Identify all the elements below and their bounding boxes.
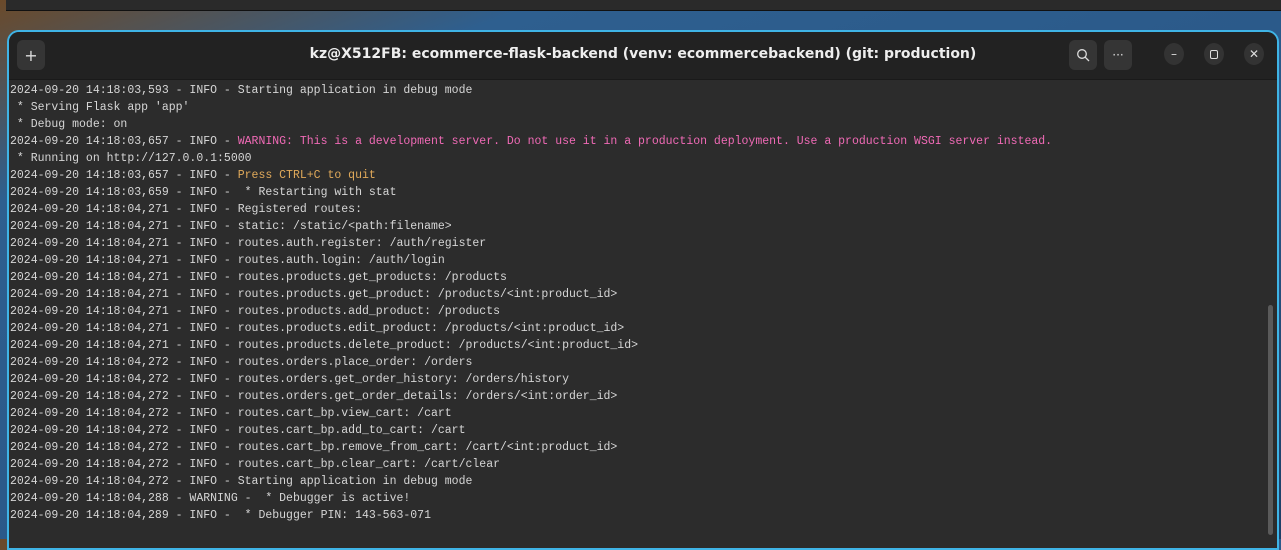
close-button[interactable]: ✕ xyxy=(1244,43,1264,65)
log-prefix: 2024-09-20 14:18:03,657 - INFO - xyxy=(10,135,238,148)
maximize-button[interactable] xyxy=(1204,43,1224,65)
log-prefix: 2024-09-20 14:18:04,272 - INFO - xyxy=(10,390,238,403)
menu-button[interactable]: ··· xyxy=(1104,40,1132,70)
log-message: * Serving Flask app 'app' xyxy=(10,101,190,114)
log-line: 2024-09-20 14:18:04,272 - INFO - routes.… xyxy=(10,456,1277,473)
log-message: * Restarting with stat xyxy=(237,186,397,199)
log-prefix: 2024-09-20 14:18:04,272 - INFO - xyxy=(10,424,238,437)
log-message: routes.orders.get_order_history: /orders… xyxy=(237,373,570,386)
log-message: routes.auth.login: /auth/login xyxy=(237,254,445,267)
log-line: 2024-09-20 14:18:04,271 - INFO - static:… xyxy=(10,218,1277,235)
log-prefix: 2024-09-20 14:18:04,272 - INFO - xyxy=(10,475,238,488)
close-icon: ✕ xyxy=(1248,47,1260,61)
terminal-output[interactable]: 2024-09-20 14:18:03,593 - INFO - Startin… xyxy=(10,82,1277,524)
minimize-icon: – xyxy=(1171,47,1177,61)
log-prefix: 2024-09-20 14:18:04,271 - INFO - xyxy=(10,254,238,267)
log-message: * Running on http://127.0.0.1:5000 xyxy=(10,152,252,165)
log-line: * Serving Flask app 'app' xyxy=(10,99,1277,116)
minimize-button[interactable]: – xyxy=(1164,43,1184,65)
log-message: routes.products.delete_product: /product… xyxy=(237,339,639,352)
log-message: static: /static/<path:filename> xyxy=(237,220,452,233)
log-line: 2024-09-20 14:18:04,271 - INFO - Registe… xyxy=(10,201,1277,218)
log-prefix: 2024-09-20 14:18:04,271 - INFO - xyxy=(10,237,238,250)
log-prefix: 2024-09-20 14:18:04,271 - INFO - xyxy=(10,288,238,301)
log-message: routes.products.edit_product: /products/… xyxy=(237,322,625,335)
log-prefix: 2024-09-20 14:18:03,659 - INFO - xyxy=(10,186,238,199)
log-message: routes.products.add_product: /products xyxy=(237,305,500,318)
log-line: 2024-09-20 14:18:04,272 - INFO - Startin… xyxy=(10,473,1277,490)
log-line: 2024-09-20 14:18:03,657 - INFO - WARNING… xyxy=(10,133,1277,150)
log-message: Starting application in debug mode xyxy=(237,84,473,97)
log-line: 2024-09-20 14:18:04,272 - INFO - routes.… xyxy=(10,439,1277,456)
search-button[interactable] xyxy=(1069,40,1097,70)
log-message: routes.cart_bp.remove_from_cart: /cart/<… xyxy=(237,441,618,454)
log-line: 2024-09-20 14:18:03,657 - INFO - Press C… xyxy=(10,167,1277,184)
log-line: 2024-09-20 14:18:04,271 - INFO - routes.… xyxy=(10,303,1277,320)
log-prefix: 2024-09-20 14:18:04,271 - INFO - xyxy=(10,339,238,352)
log-line: 2024-09-20 14:18:04,271 - INFO - routes.… xyxy=(10,320,1277,337)
log-message: routes.auth.register: /auth/register xyxy=(237,237,487,250)
log-prefix: 2024-09-20 14:18:04,271 - INFO - xyxy=(10,220,238,233)
log-line: 2024-09-20 14:18:04,271 - INFO - routes.… xyxy=(10,235,1277,252)
log-message: routes.orders.place_order: /orders xyxy=(237,356,473,369)
log-prefix: 2024-09-20 14:18:03,593 - INFO - xyxy=(10,84,238,97)
log-prefix: 2024-09-20 14:18:04,271 - INFO - xyxy=(10,322,238,335)
log-message: routes.cart_bp.add_to_cart: /cart xyxy=(237,424,466,437)
scrollbar[interactable] xyxy=(1268,305,1273,535)
log-line: 2024-09-20 14:18:04,271 - INFO - routes.… xyxy=(10,252,1277,269)
log-line: 2024-09-20 14:18:04,289 - INFO - * Debug… xyxy=(10,507,1277,524)
terminal-window: + kz@X512FB: ecommerce-flask-backend (ve… xyxy=(7,30,1279,550)
header-bar: + kz@X512FB: ecommerce-flask-backend (ve… xyxy=(9,32,1277,80)
ellipsis-icon: ··· xyxy=(1112,48,1124,62)
log-line: 2024-09-20 14:18:04,272 - INFO - routes.… xyxy=(10,388,1277,405)
log-prefix: 2024-09-20 14:18:04,272 - INFO - xyxy=(10,441,238,454)
log-message: routes.products.get_product: /products/<… xyxy=(237,288,618,301)
log-line: 2024-09-20 14:18:04,272 - INFO - routes.… xyxy=(10,354,1277,371)
log-line: 2024-09-20 14:18:03,659 - INFO - * Resta… xyxy=(10,184,1277,201)
log-message: routes.cart_bp.view_cart: /cart xyxy=(237,407,452,420)
log-line: * Debug mode: on xyxy=(10,116,1277,133)
log-line: 2024-09-20 14:18:04,271 - INFO - routes.… xyxy=(10,286,1277,303)
log-line: 2024-09-20 14:18:04,271 - INFO - routes.… xyxy=(10,269,1277,286)
log-line: * Running on http://127.0.0.1:5000 xyxy=(10,150,1277,167)
log-line: 2024-09-20 14:18:04,272 - INFO - routes.… xyxy=(10,371,1277,388)
log-line: 2024-09-20 14:18:04,288 - WARNING - * De… xyxy=(10,490,1277,507)
log-prefix: 2024-09-20 14:18:04,272 - INFO - xyxy=(10,407,238,420)
log-message: routes.cart_bp.clear_cart: /cart/clear xyxy=(237,458,500,471)
log-message: * Debugger PIN: 143-563-071 xyxy=(237,509,431,522)
log-message: WARNING: This is a development server. D… xyxy=(237,135,1053,148)
log-prefix: 2024-09-20 14:18:03,657 - INFO - xyxy=(10,169,238,182)
log-prefix: 2024-09-20 14:18:04,289 - INFO - xyxy=(10,509,238,522)
log-prefix: 2024-09-20 14:18:04,271 - INFO - xyxy=(10,271,238,284)
log-prefix: 2024-09-20 14:18:04,272 - INFO - xyxy=(10,458,238,471)
log-message: * Debugger is active! xyxy=(258,492,411,505)
background-window xyxy=(6,0,1281,11)
log-prefix: 2024-09-20 14:18:04,271 - INFO - xyxy=(10,305,238,318)
log-prefix: 2024-09-20 14:18:04,288 - WARNING - xyxy=(10,492,259,505)
log-message: Press CTRL+C to quit xyxy=(237,169,376,182)
log-message: Starting application in debug mode xyxy=(237,475,473,488)
log-message: Registered routes: xyxy=(237,203,362,216)
maximize-icon xyxy=(1210,49,1218,59)
log-prefix: 2024-09-20 14:18:04,272 - INFO - xyxy=(10,373,238,386)
log-prefix: 2024-09-20 14:18:04,272 - INFO - xyxy=(10,356,238,369)
log-message: routes.orders.get_order_details: /orders… xyxy=(237,390,618,403)
log-line: 2024-09-20 14:18:04,271 - INFO - routes.… xyxy=(10,337,1277,354)
log-line: 2024-09-20 14:18:03,593 - INFO - Startin… xyxy=(10,82,1277,99)
log-line: 2024-09-20 14:18:04,272 - INFO - routes.… xyxy=(10,405,1277,422)
search-icon xyxy=(1077,49,1090,62)
log-message: routes.products.get_products: /products xyxy=(237,271,507,284)
log-prefix: 2024-09-20 14:18:04,271 - INFO - xyxy=(10,203,238,216)
log-message: * Debug mode: on xyxy=(10,118,128,131)
log-line: 2024-09-20 14:18:04,272 - INFO - routes.… xyxy=(10,422,1277,439)
